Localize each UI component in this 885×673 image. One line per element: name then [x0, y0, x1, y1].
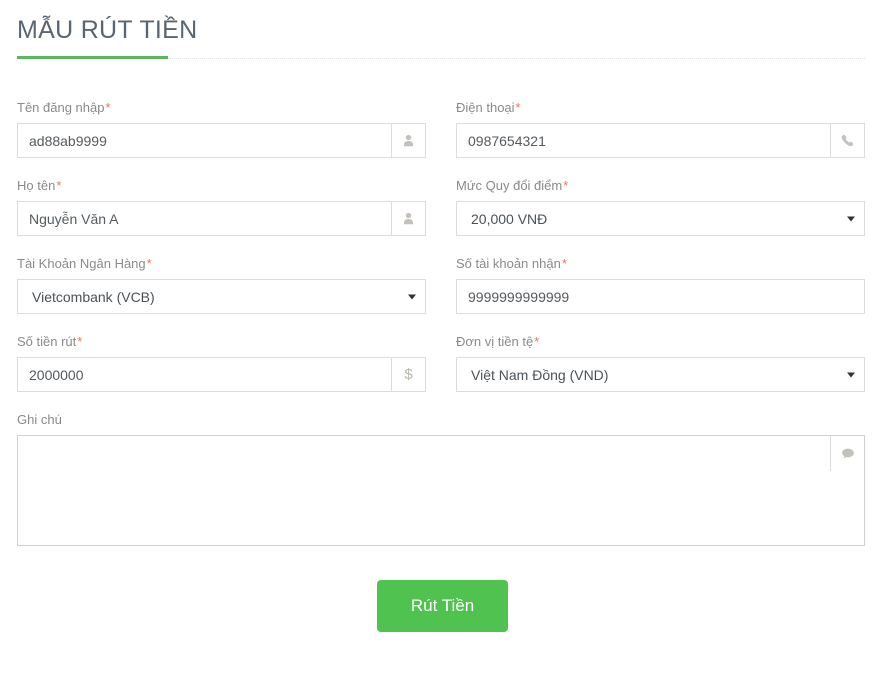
amount-input[interactable] [17, 357, 391, 392]
title-divider [17, 56, 865, 59]
label-point-rate-text: Mức Quy đổi điểm [456, 178, 563, 193]
required-marker: * [515, 100, 521, 115]
required-marker: * [77, 334, 83, 349]
label-bank-account: Tài Khoản Ngân Hàng* [17, 256, 426, 272]
label-fullname: Họ tên* [17, 178, 426, 194]
label-receiving-account-text: Số tài khoản nhận [456, 256, 561, 271]
form-row-4: Số tiền rút* $ Đơn vị tiền tệ* [0, 334, 885, 412]
form-row-1: Tên đăng nhập* ad88ab9999 Điện thoại* 09… [0, 100, 885, 178]
form-row-2: Họ tên* Nguyễn Văn A Mức Quy đổi điểm* 2… [0, 178, 885, 256]
field-bank-account: Tài Khoản Ngân Hàng* Vietcombank (VCB) [17, 256, 426, 334]
title-accent-bar [17, 56, 168, 59]
label-phone: Điện thoại* [456, 100, 865, 116]
field-phone: Điện thoại* [456, 100, 865, 178]
point-rate-select-value: 20,000 VNĐ [456, 201, 865, 236]
field-receiving-account: Số tài khoản nhận* [456, 256, 865, 334]
form-row-3: Tài Khoản Ngân Hàng* Vietcombank (VCB) S… [0, 256, 885, 334]
required-marker: * [105, 100, 111, 115]
label-amount: Số tiền rút* [17, 334, 426, 350]
point-rate-select[interactable]: 20,000 VNĐ [456, 201, 865, 236]
field-amount: Số tiền rút* $ [17, 334, 426, 412]
required-marker: * [561, 256, 567, 271]
label-username: Tên đăng nhập* [17, 100, 426, 116]
phone-input-group [456, 123, 865, 158]
currency-select-value: Việt Nam Đồng (VND) [456, 357, 865, 392]
bank-account-select[interactable]: Vietcombank (VCB) [17, 279, 426, 314]
fullname-input-group [17, 201, 426, 236]
required-marker: * [563, 178, 569, 193]
withdraw-submit-button[interactable]: Rút Tiền [376, 580, 509, 632]
dollar-glyph: $ [404, 366, 413, 383]
withdrawal-form-page: MẪU RÚT TIỀN Tên đăng nhập* ad88ab9999 Đ… [0, 0, 885, 673]
user-icon [391, 123, 426, 158]
field-fullname: Họ tên* [17, 178, 426, 256]
required-marker: * [146, 256, 152, 271]
bank-account-select-value: Vietcombank (VCB) [17, 279, 426, 314]
note-textarea[interactable] [18, 436, 830, 545]
comment-icon [830, 436, 864, 471]
label-receiving-account: Số tài khoản nhận* [456, 256, 865, 272]
fullname-input[interactable] [17, 201, 391, 236]
field-currency: Đơn vị tiền tệ* Việt Nam Đồng (VND) [456, 334, 865, 412]
label-username-text: Tên đăng nhập [17, 100, 105, 115]
form-row-5: Ghi chú [0, 412, 885, 566]
page-header: MẪU RÚT TIỀN [17, 14, 868, 46]
username-input[interactable] [17, 123, 391, 158]
phone-icon [830, 123, 865, 158]
receiving-account-input[interactable] [456, 279, 865, 314]
label-currency-text: Đơn vị tiền tệ [456, 334, 534, 349]
label-point-rate: Mức Quy đổi điểm* [456, 178, 865, 194]
field-point-rate: Mức Quy đổi điểm* 20,000 VNĐ [456, 178, 865, 256]
user-icon [391, 201, 426, 236]
dollar-icon: $ [391, 357, 426, 392]
label-note-text: Ghi chú [17, 412, 62, 427]
label-amount-text: Số tiền rút [17, 334, 77, 349]
withdrawal-form: Tên đăng nhập* ad88ab9999 Điện thoại* 09… [0, 100, 885, 632]
note-input-group [17, 435, 865, 546]
field-note: Ghi chú [17, 412, 865, 566]
required-marker: * [534, 334, 540, 349]
required-marker: * [56, 178, 62, 193]
label-bank-account-text: Tài Khoản Ngân Hàng [17, 256, 146, 271]
submit-row: Rút Tiền [0, 580, 885, 632]
field-username: Tên đăng nhập* [17, 100, 426, 178]
username-input-group [17, 123, 426, 158]
label-note: Ghi chú [17, 412, 865, 428]
label-currency: Đơn vị tiền tệ* [456, 334, 865, 350]
amount-input-group: $ [17, 357, 426, 392]
page-title: MẪU RÚT TIỀN [17, 16, 198, 44]
label-phone-text: Điện thoại [456, 100, 515, 115]
phone-input[interactable] [456, 123, 830, 158]
label-fullname-text: Họ tên [17, 178, 56, 193]
currency-select[interactable]: Việt Nam Đồng (VND) [456, 357, 865, 392]
